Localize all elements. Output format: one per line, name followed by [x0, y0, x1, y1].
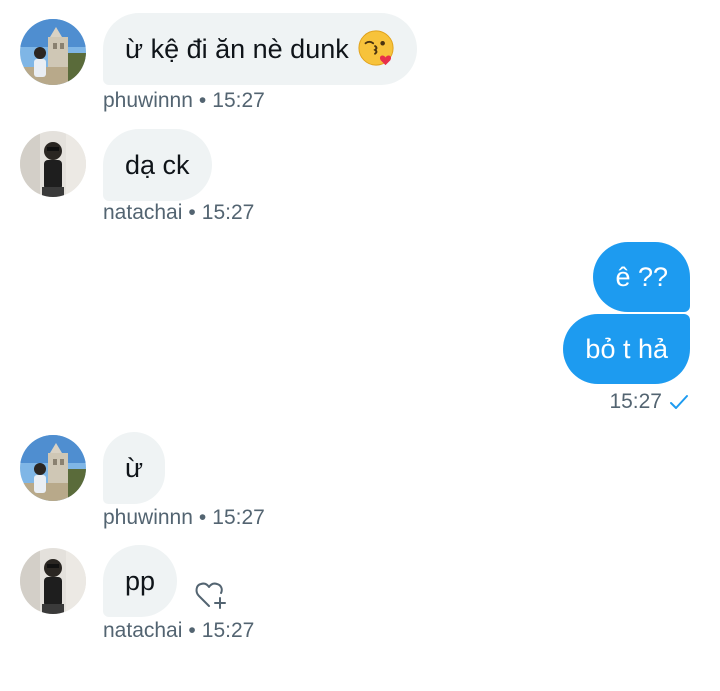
message-text: ừ: [125, 453, 144, 483]
message-bubble[interactable]: ừ: [103, 432, 166, 504]
avatar-natachai-image: [20, 548, 86, 614]
message-bubble[interactable]: ừ kệ đi ăn nè dunk: [103, 13, 417, 85]
meta-separator: •: [198, 89, 207, 112]
avatar-phuwinnn-image: [20, 19, 86, 85]
avatar-natachai-image: [20, 131, 86, 197]
message-text: bỏ t hả: [585, 334, 668, 364]
timestamp: 15:27: [609, 390, 662, 413]
message-text: pp: [125, 566, 156, 596]
message-text: dạ ck: [125, 150, 190, 180]
add-reaction-heart-icon[interactable]: [193, 576, 229, 612]
avatar-natachai[interactable]: [20, 131, 86, 197]
sender-name[interactable]: natachai: [103, 201, 182, 224]
timestamp: 15:27: [201, 201, 255, 224]
sender-name[interactable]: phuwinnn: [103, 89, 193, 112]
message-meta: natachai • 15:27: [103, 619, 254, 643]
avatar-phuwinnn[interactable]: [20, 435, 86, 501]
avatar-phuwinnn-image: [20, 435, 86, 501]
kissing-face-with-heart-emoji: [358, 30, 394, 66]
avatar-natachai[interactable]: [20, 548, 86, 614]
sender-name[interactable]: phuwinnn: [103, 506, 193, 529]
message-meta-outgoing: 15:27: [609, 390, 690, 414]
message-text: ê ??: [615, 262, 668, 292]
meta-separator: •: [198, 506, 207, 529]
meta-separator: •: [188, 201, 196, 224]
message-meta: phuwinnn • 15:27: [103, 89, 265, 113]
message-bubble[interactable]: dạ ck: [103, 129, 212, 201]
sender-name[interactable]: natachai: [103, 619, 182, 642]
message-bubble[interactable]: pp: [103, 545, 178, 617]
timestamp: 15:27: [212, 89, 265, 112]
timestamp: 15:27: [201, 619, 255, 642]
timestamp: 15:27: [212, 506, 265, 529]
message-text: ừ kệ đi ăn nè dunk: [125, 34, 349, 64]
message-meta: phuwinnn • 15:27: [103, 506, 265, 530]
meta-separator: •: [188, 619, 196, 642]
avatar-phuwinnn[interactable]: [20, 19, 86, 85]
dm-conversation: ừ kệ đi ăn nè dunk phuwinnn • 15:27 dạ ck …: [0, 0, 720, 691]
seen-check-icon: [670, 395, 688, 410]
message-bubble-outgoing[interactable]: ê ??: [593, 242, 690, 312]
message-bubble-outgoing[interactable]: bỏ t hả: [563, 314, 690, 384]
message-meta: natachai • 15:27: [103, 201, 254, 225]
